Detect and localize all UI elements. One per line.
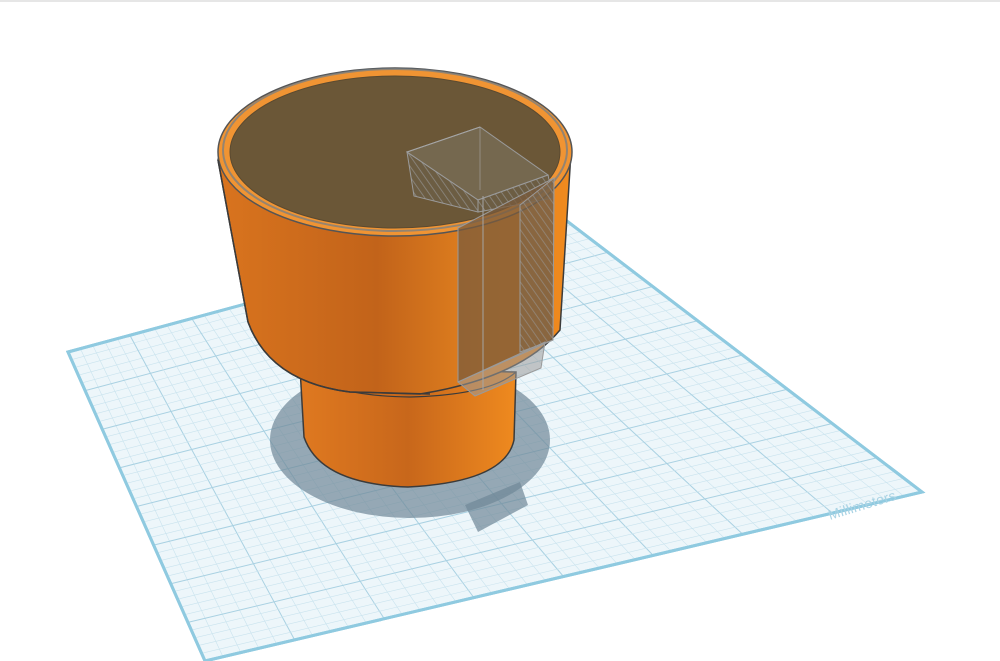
scene-canvas[interactable]: Millimeters: [0, 0, 1000, 661]
3d-viewport[interactable]: Millimeters: [0, 0, 1000, 661]
